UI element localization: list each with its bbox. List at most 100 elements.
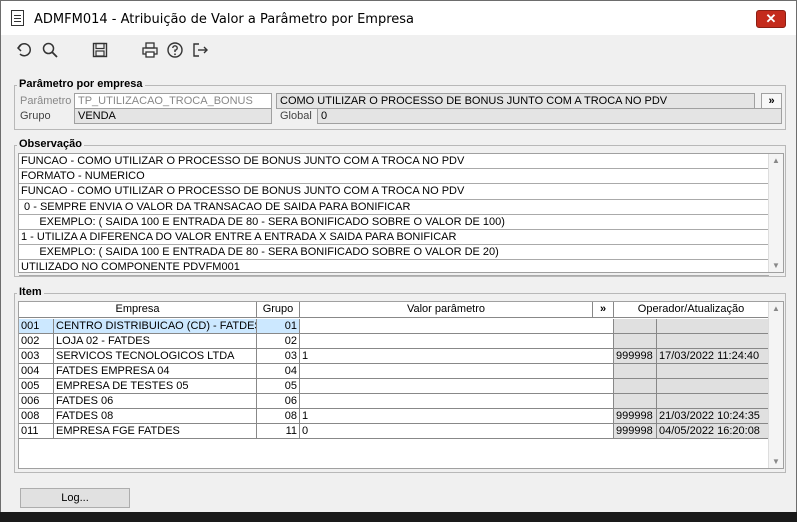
scroll-up-icon[interactable]: ▲ <box>772 156 780 165</box>
undo-icon[interactable] <box>15 40 35 60</box>
save-icon[interactable] <box>90 40 110 60</box>
toolbar <box>1 35 796 65</box>
cell-valor[interactable] <box>300 394 614 409</box>
cell-grupo: 08 <box>257 409 300 424</box>
cell-operador <box>614 379 657 394</box>
cell-operador <box>614 334 657 349</box>
help-icon[interactable] <box>165 40 185 60</box>
observacao-list[interactable]: FUNCAO - COMO UTILIZAR O PROCESSO DE BON… <box>18 153 784 276</box>
cell-data <box>657 319 769 334</box>
parametro-group-title: Parâmetro por empresa <box>17 78 145 90</box>
cell-operador <box>614 319 657 334</box>
taskbar-strip <box>0 512 797 522</box>
cell-cod: 004 <box>19 364 54 379</box>
cell-data <box>657 364 769 379</box>
cell-operador: 999998 <box>614 409 657 424</box>
document-icon <box>11 10 24 26</box>
app-window: ADMFM014 - Atribuição de Valor a Parâmet… <box>0 0 797 522</box>
item-group-title: Item <box>17 286 44 298</box>
cell-data <box>657 379 769 394</box>
observacao-line: 1 - UTILIZA A DIFERENCA DO VALOR ENTRE A… <box>19 230 769 246</box>
cell-grupo: 03 <box>257 349 300 364</box>
cell-cod: 006 <box>19 394 54 409</box>
cell-grupo: 04 <box>257 364 300 379</box>
cell-valor[interactable] <box>300 379 614 394</box>
title-bar: ADMFM014 - Atribuição de Valor a Parâmet… <box>1 1 796 35</box>
table-row[interactable]: 008 FATDES 08 08 1 999998 21/03/2022 10:24:35 <box>19 409 769 424</box>
table-row[interactable]: 001 CENTRO DISTRIBUICAO (CD) - FATDES 01 <box>19 319 769 334</box>
cell-nome: FATDES EMPRESA 04 <box>54 364 257 379</box>
scroll-down-icon[interactable]: ▼ <box>772 457 780 466</box>
cell-data: 17/03/2022 11:24:40 <box>657 349 769 364</box>
cell-operador <box>614 394 657 409</box>
print-icon[interactable] <box>140 40 160 60</box>
header-valor[interactable]: Valor parâmetro <box>300 302 593 318</box>
observacao-line: UTILIZADO NO COMPONENTE PDVFM001 <box>19 260 769 276</box>
header-more-button[interactable]: » <box>593 302 614 318</box>
cell-cod: 001 <box>19 319 54 334</box>
cell-operador: 999998 <box>614 424 657 439</box>
cell-cod: 003 <box>19 349 54 364</box>
global-field: 0 <box>317 108 782 124</box>
cell-valor[interactable]: 1 <box>300 409 614 424</box>
exit-icon[interactable] <box>190 40 210 60</box>
grid-scrollbar[interactable]: ▲ ▼ <box>768 302 783 468</box>
observacao-group-title: Observação <box>17 138 84 150</box>
cell-nome: EMPRESA DE TESTES 05 <box>54 379 257 394</box>
table-row[interactable]: 006 FATDES 06 06 <box>19 394 769 409</box>
table-row[interactable]: 003 SERVICOS TECNOLOGICOS LTDA 03 1 999998 17… <box>19 349 769 364</box>
close-button[interactable]: ✕ <box>756 10 786 28</box>
cell-grupo: 11 <box>257 424 300 439</box>
cell-nome: SERVICOS TECNOLOGICOS LTDA <box>54 349 257 364</box>
window-title: ADMFM014 - Atribuição de Valor a Parâmet… <box>34 12 415 27</box>
cell-nome: CENTRO DISTRIBUICAO (CD) - FATDES <box>54 319 257 334</box>
cell-nome: FATDES 06 <box>54 394 257 409</box>
cell-cod: 005 <box>19 379 54 394</box>
cell-grupo: 01 <box>257 319 300 334</box>
cell-data <box>657 394 769 409</box>
global-label: Global <box>280 110 312 122</box>
log-button[interactable]: Log... <box>20 488 130 508</box>
cell-valor[interactable] <box>300 364 614 379</box>
cell-data: 21/03/2022 10:24:35 <box>657 409 769 424</box>
grupo-field: VENDA <box>74 108 272 124</box>
cell-valor[interactable]: 0 <box>300 424 614 439</box>
header-empresa[interactable]: Empresa <box>19 302 257 318</box>
cell-cod: 011 <box>19 424 54 439</box>
grupo-label: Grupo <box>20 110 51 122</box>
cell-valor[interactable] <box>300 319 614 334</box>
observacao-line: FORMATO - NUMERICO <box>19 169 769 185</box>
cell-operador <box>614 364 657 379</box>
table-row[interactable]: 004 FATDES EMPRESA 04 04 <box>19 364 769 379</box>
scroll-up-icon[interactable]: ▲ <box>772 304 780 313</box>
observacao-line: FUNCAO - COMO UTILIZAR O PROCESSO DE BON… <box>19 184 769 200</box>
cell-cod: 008 <box>19 409 54 424</box>
cell-data <box>657 334 769 349</box>
observacao-line: EXEMPLO: ( SAIDA 100 E ENTRADA DE 80 - S… <box>19 215 769 230</box>
observacao-line: EXEMPLO: ( SAIDA 100 E ENTRADA DE 80 - S… <box>19 245 769 261</box>
cell-data: 04/05/2022 16:20:08 <box>657 424 769 439</box>
parametro-label: Parâmetro <box>20 95 72 107</box>
parametro-description-field: COMO UTILIZAR O PROCESSO DE BONUS JUNTO … <box>276 93 755 109</box>
table-row[interactable]: 005 EMPRESA DE TESTES 05 05 <box>19 379 769 394</box>
empresa-grid: Empresa Grupo Valor parâmetro » Operador… <box>18 301 784 469</box>
search-icon[interactable] <box>40 40 60 60</box>
cell-grupo: 05 <box>257 379 300 394</box>
table-row[interactable]: 002 LOJA 02 - FATDES 02 <box>19 334 769 349</box>
cell-cod: 002 <box>19 334 54 349</box>
cell-nome: FATDES 08 <box>54 409 257 424</box>
parametro-more-button[interactable]: » <box>761 93 782 109</box>
header-grupo[interactable]: Grupo <box>257 302 300 318</box>
table-row[interactable]: 011 EMPRESA FGE FATDES 11 0 999998 04/05/2022… <box>19 424 769 439</box>
cell-valor[interactable] <box>300 334 614 349</box>
cell-valor[interactable]: 1 <box>300 349 614 364</box>
observacao-line: FUNCAO - COMO UTILIZAR O PROCESSO DE BON… <box>19 154 769 170</box>
cell-grupo: 06 <box>257 394 300 409</box>
parametro-field[interactable]: TP_UTILIZACAO_TROCA_BONUS <box>74 93 272 109</box>
grid-header: Empresa Grupo Valor parâmetro » Operador… <box>19 302 769 318</box>
observacao-scrollbar[interactable]: ▲ ▼ <box>768 154 783 272</box>
header-operador[interactable]: Operador/Atualização <box>614 302 769 318</box>
scroll-down-icon[interactable]: ▼ <box>772 261 780 270</box>
cell-operador: 999998 <box>614 349 657 364</box>
cell-nome: LOJA 02 - FATDES <box>54 334 257 349</box>
